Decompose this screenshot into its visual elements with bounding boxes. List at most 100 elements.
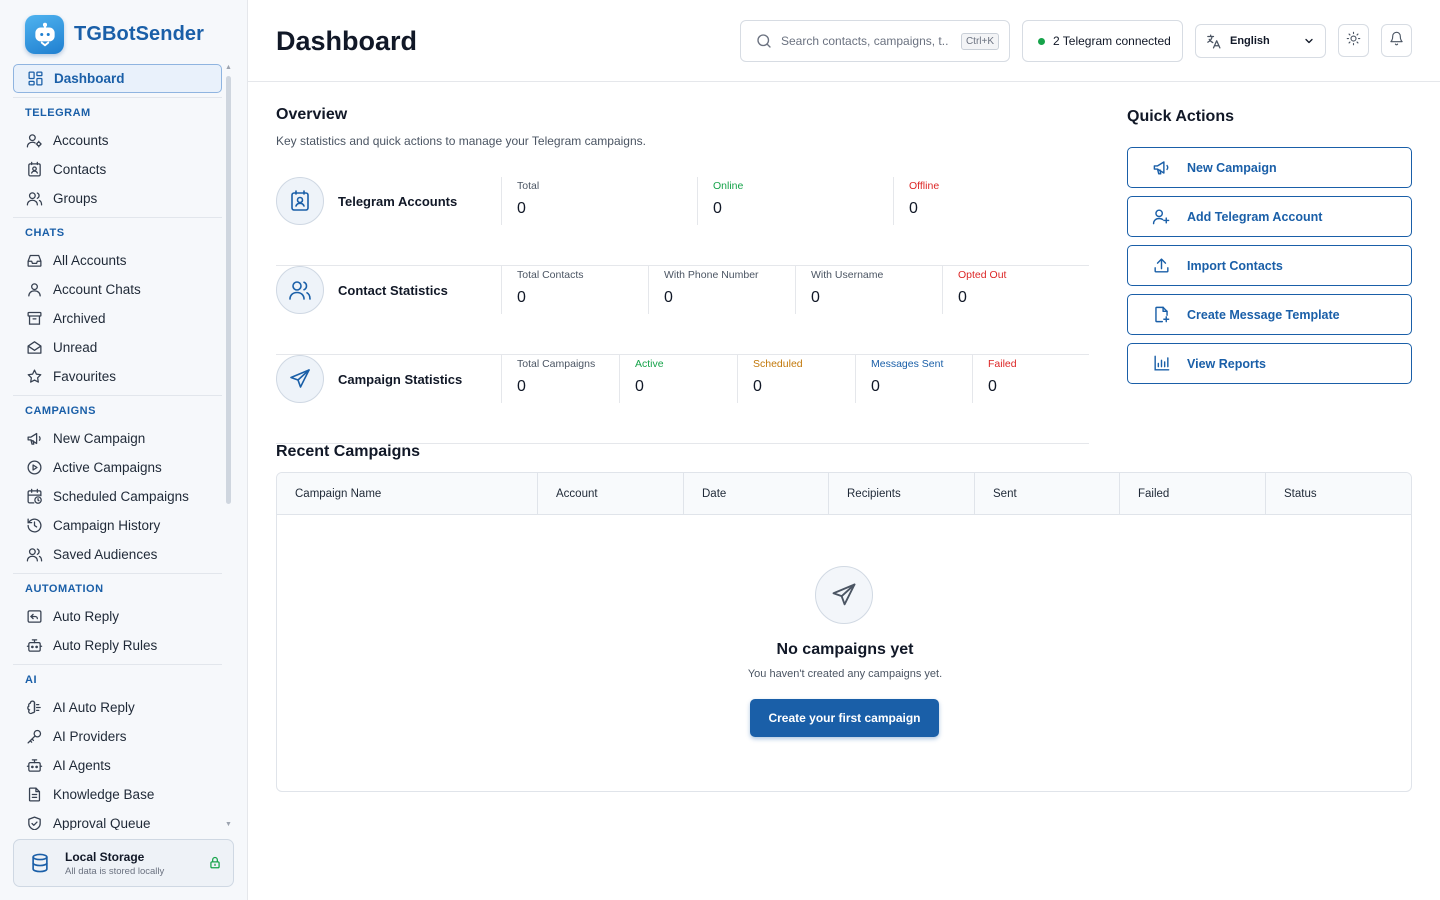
sidebar-item-active-campaigns[interactable]: Active Campaigns	[13, 453, 222, 482]
sidebar-item-unread[interactable]: Unread	[13, 333, 222, 362]
local-storage-card: Local Storage All data is stored locally	[13, 839, 234, 887]
campaign-statistics: Campaign Statistics Total Campaigns 0 Ac…	[276, 355, 1089, 444]
stat-key: With Phone Number	[664, 269, 759, 281]
sidebar-item-archived[interactable]: Archived	[13, 304, 222, 333]
column-header[interactable]: Failed	[1120, 473, 1266, 514]
stat-value: 0	[753, 378, 762, 395]
database-icon	[28, 851, 52, 875]
sidebar-item-dashboard[interactable]: Dashboard	[13, 64, 222, 93]
column-header[interactable]: Status	[1266, 473, 1411, 514]
empty-state-subtitle: You haven't created any campaigns yet.	[747, 668, 943, 680]
sidebar-item-label: Groups	[53, 191, 98, 206]
import-contacts-button[interactable]: Import Contacts	[1127, 245, 1412, 286]
stat-key: Messages Sent	[871, 358, 944, 370]
section-automation: AUTOMATION	[13, 573, 222, 602]
notifications-button[interactable]	[1381, 24, 1412, 57]
sidebar-item-favourites[interactable]: Favourites	[13, 362, 222, 391]
sidebar-item-account-chats[interactable]: Account Chats	[13, 275, 222, 304]
stat-value: 0	[909, 200, 918, 217]
users-icon	[25, 546, 43, 564]
stat-scheduled: Scheduled 0	[737, 355, 855, 403]
new-campaign-button[interactable]: New Campaign	[1127, 147, 1412, 188]
language-select[interactable]: English	[1195, 24, 1326, 58]
paper-plane-icon	[815, 566, 873, 624]
view-reports-button[interactable]: View Reports	[1127, 343, 1412, 384]
stat-row-label: Telegram Accounts	[338, 194, 458, 209]
search-box[interactable]: Ctrl+K	[740, 20, 1010, 62]
table-header: Campaign Name Account Date Recipients Se…	[277, 473, 1411, 515]
column-header[interactable]: Recipients	[829, 473, 975, 514]
contact-book-icon	[25, 161, 43, 179]
reply-box-icon	[25, 608, 43, 626]
column-header[interactable]: Date	[684, 473, 829, 514]
top-header: Dashboard Ctrl+K 2 Telegram connected En…	[248, 0, 1440, 82]
stat-value: 0	[517, 289, 526, 306]
button-label: Add Telegram Account	[1187, 209, 1323, 224]
megaphone-icon	[1151, 158, 1171, 178]
sidebar-item-knowledge-base[interactable]: Knowledge Base	[13, 780, 222, 809]
stat-total-campaigns: Total Campaigns 0	[501, 355, 619, 403]
bell-icon	[1389, 31, 1404, 51]
document-icon	[25, 786, 43, 804]
scroll-down-arrow-icon[interactable]: ▼	[225, 821, 232, 828]
overview-subtitle: Key statistics and quick actions to mana…	[276, 134, 646, 148]
user-plus-icon	[1151, 207, 1171, 227]
column-header[interactable]: Account	[538, 473, 684, 514]
telegram-connection-status[interactable]: 2 Telegram connected	[1022, 20, 1183, 62]
sidebar-item-groups[interactable]: Groups	[13, 184, 222, 213]
column-header[interactable]: Campaign Name	[277, 473, 538, 514]
stat-key: With Username	[811, 269, 884, 281]
sidebar-item-accounts[interactable]: Accounts	[13, 126, 222, 155]
paper-plane-icon	[276, 355, 324, 403]
sidebar-item-label: Account Chats	[53, 282, 141, 297]
stat-key: Total	[517, 180, 540, 192]
create-message-template-button[interactable]: Create Message Template	[1127, 294, 1412, 335]
sidebar-scrollbar[interactable]	[226, 76, 231, 504]
id-badge-icon	[276, 177, 324, 225]
storage-subtitle: All data is stored locally	[65, 865, 165, 877]
status-dot	[1038, 37, 1045, 45]
sidebar-item-label: Scheduled Campaigns	[53, 489, 189, 504]
stat-value: 0	[958, 289, 967, 306]
sidebar-item-label: Auto Reply Rules	[53, 638, 158, 653]
lock-icon	[208, 855, 222, 875]
search-icon	[755, 32, 773, 50]
sidebar-item-label: Active Campaigns	[53, 460, 162, 475]
bot-icon	[25, 757, 43, 775]
scroll-up-arrow-icon[interactable]: ▲	[225, 64, 232, 71]
theme-toggle-button[interactable]	[1338, 24, 1369, 57]
sidebar-item-ai-providers[interactable]: AI Providers	[13, 722, 222, 751]
search-shortcut-badge: Ctrl+K	[960, 33, 999, 50]
create-first-campaign-button[interactable]: Create your first campaign	[750, 699, 939, 737]
sidebar-item-contacts[interactable]: Contacts	[13, 155, 222, 184]
sidebar-item-all-accounts[interactable]: All Accounts	[13, 246, 222, 275]
stat-key: Opted Out	[958, 269, 1007, 281]
stat-messages-sent: Messages Sent 0	[855, 355, 972, 403]
sidebar-item-label: All Accounts	[53, 253, 127, 268]
inbox-icon	[25, 252, 43, 270]
sidebar-item-scheduled-campaigns[interactable]: Scheduled Campaigns	[13, 482, 222, 511]
sidebar-item-label: Saved Audiences	[53, 547, 158, 562]
section-telegram: TELEGRAM	[13, 97, 222, 126]
sidebar-item-saved-audiences[interactable]: Saved Audiences	[13, 540, 222, 569]
sidebar-item-new-campaign[interactable]: New Campaign	[13, 424, 222, 453]
storage-title: Local Storage	[65, 849, 145, 864]
megaphone-icon	[25, 430, 43, 448]
sidebar-item-ai-agents[interactable]: AI Agents	[13, 751, 222, 780]
sidebar-item-auto-reply[interactable]: Auto Reply	[13, 602, 222, 631]
brand[interactable]: TGBotSender	[25, 15, 204, 54]
button-label: View Reports	[1187, 356, 1266, 371]
users-icon	[276, 266, 324, 314]
sidebar-item-label: Approval Queue	[53, 816, 151, 830]
stat-key: Offline	[909, 180, 940, 192]
sidebar-item-ai-auto-reply[interactable]: AI Auto Reply	[13, 693, 222, 722]
empty-state-title: No campaigns yet	[776, 641, 914, 658]
sidebar-item-campaign-history[interactable]: Campaign History	[13, 511, 222, 540]
add-telegram-account-button[interactable]: Add Telegram Account	[1127, 196, 1412, 237]
search-input[interactable]	[781, 34, 949, 48]
sidebar-item-label: Accounts	[53, 133, 109, 148]
brain-icon	[25, 699, 43, 717]
sidebar-item-approval-queue[interactable]: Approval Queue	[13, 809, 222, 830]
column-header[interactable]: Sent	[975, 473, 1120, 514]
sidebar-item-auto-reply-rules[interactable]: Auto Reply Rules	[13, 631, 222, 660]
